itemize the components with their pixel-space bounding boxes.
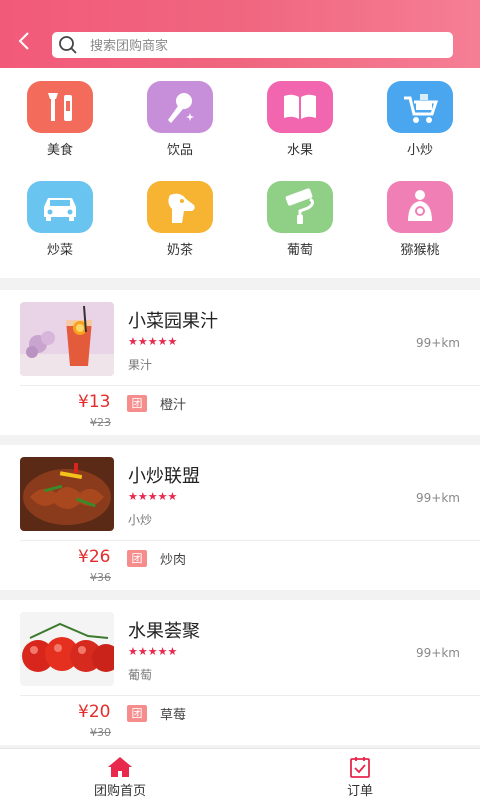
shop-thumbnail: [20, 302, 114, 376]
category-milktea[interactable]: 奶茶: [120, 181, 240, 258]
deal-item: 橙汁: [160, 398, 187, 413]
deal-price: ¥13: [78, 392, 111, 412]
category-label: 炒菜: [46, 243, 73, 258]
category-label: 葡萄: [286, 243, 313, 258]
shop-card[interactable]: 小炒联盟 ★★★★★ 小炒 99+km ¥26 ¥36 团 炒肉: [0, 445, 480, 590]
group-buy-badge: 团: [127, 705, 147, 722]
category-grapes[interactable]: 葡萄: [240, 181, 360, 258]
category-label: 猕猴桃: [400, 243, 440, 258]
category-label: 水果: [286, 143, 313, 158]
cart-icon: [387, 81, 453, 133]
car-icon: [27, 181, 93, 233]
category-label: 小炒: [406, 143, 433, 158]
shop-category: 果汁: [128, 358, 153, 372]
mother-baby-icon: [387, 181, 453, 233]
category-label: 奶茶: [166, 243, 193, 258]
rating-stars-icon: ★★★★★: [128, 490, 178, 503]
shop-category: 小炒: [128, 513, 153, 527]
group-buy-badge: 团: [127, 395, 147, 412]
original-price: ¥36: [90, 571, 111, 584]
category-kiwi[interactable]: 猕猴桃: [360, 181, 480, 258]
deal-price: ¥26: [78, 547, 111, 567]
deal-item: 炒肉: [160, 553, 187, 568]
shop-card[interactable]: 小菜园果汁 ★★★★★ 果汁 99+km ¥13 ¥23 团 橙汁: [0, 290, 480, 435]
microphone-icon: [147, 81, 213, 133]
shop-name: 小菜园果汁: [128, 311, 218, 332]
rating-stars-icon: ★★★★★: [128, 645, 178, 658]
search-icon: [59, 36, 77, 54]
deal-price: ¥20: [78, 702, 111, 722]
shop-thumbnail: [20, 457, 114, 531]
category-label: 美食: [46, 143, 73, 158]
tab-label: 订单: [346, 784, 373, 799]
bottom-tab-bar: 团购首页 订单: [0, 748, 480, 800]
category-label: 饮品: [166, 143, 193, 158]
shop-distance: 99+km: [416, 336, 460, 350]
order-icon: [350, 757, 370, 778]
divider: [20, 385, 480, 386]
shop-name: 小炒联盟: [128, 466, 200, 487]
divider: [20, 540, 480, 541]
category-food[interactable]: 美食: [0, 81, 120, 158]
category-drinks[interactable]: 饮品: [120, 81, 240, 158]
shop-card[interactable]: 水果荟聚 ★★★★★ 葡萄 99+km ¥20 ¥30 团 草莓: [0, 600, 480, 745]
food-icon: [27, 81, 93, 133]
shop-distance: 99+km: [416, 646, 460, 660]
tab-groupbuy-home[interactable]: 团购首页: [0, 749, 240, 800]
book-icon: [267, 81, 333, 133]
category-fruit[interactable]: 水果: [240, 81, 360, 158]
search-placeholder: 搜索团购商家: [90, 39, 169, 54]
rating-stars-icon: ★★★★★: [128, 335, 178, 348]
tab-orders[interactable]: 订单: [240, 749, 480, 800]
original-price: ¥30: [90, 726, 111, 739]
tab-label: 团购首页: [93, 784, 146, 799]
search-input[interactable]: 搜索团购商家: [52, 32, 453, 58]
header-bar: 搜索团购商家: [0, 0, 480, 68]
dog-icon: [147, 181, 213, 233]
paint-roller-icon: [267, 181, 333, 233]
shop-thumbnail: [20, 612, 114, 686]
category-stirfry[interactable]: 小炒: [360, 81, 480, 158]
shop-distance: 99+km: [416, 491, 460, 505]
category-dishes[interactable]: 炒菜: [0, 181, 120, 258]
back-arrow-icon[interactable]: [14, 30, 36, 52]
category-grid: 美食 饮品 水果 小炒 炒菜 奶茶 葡萄 猕猴桃: [0, 68, 480, 278]
home-icon: [108, 757, 132, 777]
shop-category: 葡萄: [128, 668, 153, 682]
shop-name: 水果荟聚: [128, 621, 200, 642]
group-buy-badge: 团: [127, 550, 147, 567]
deal-item: 草莓: [160, 708, 187, 723]
original-price: ¥23: [90, 416, 111, 429]
divider: [20, 695, 480, 696]
